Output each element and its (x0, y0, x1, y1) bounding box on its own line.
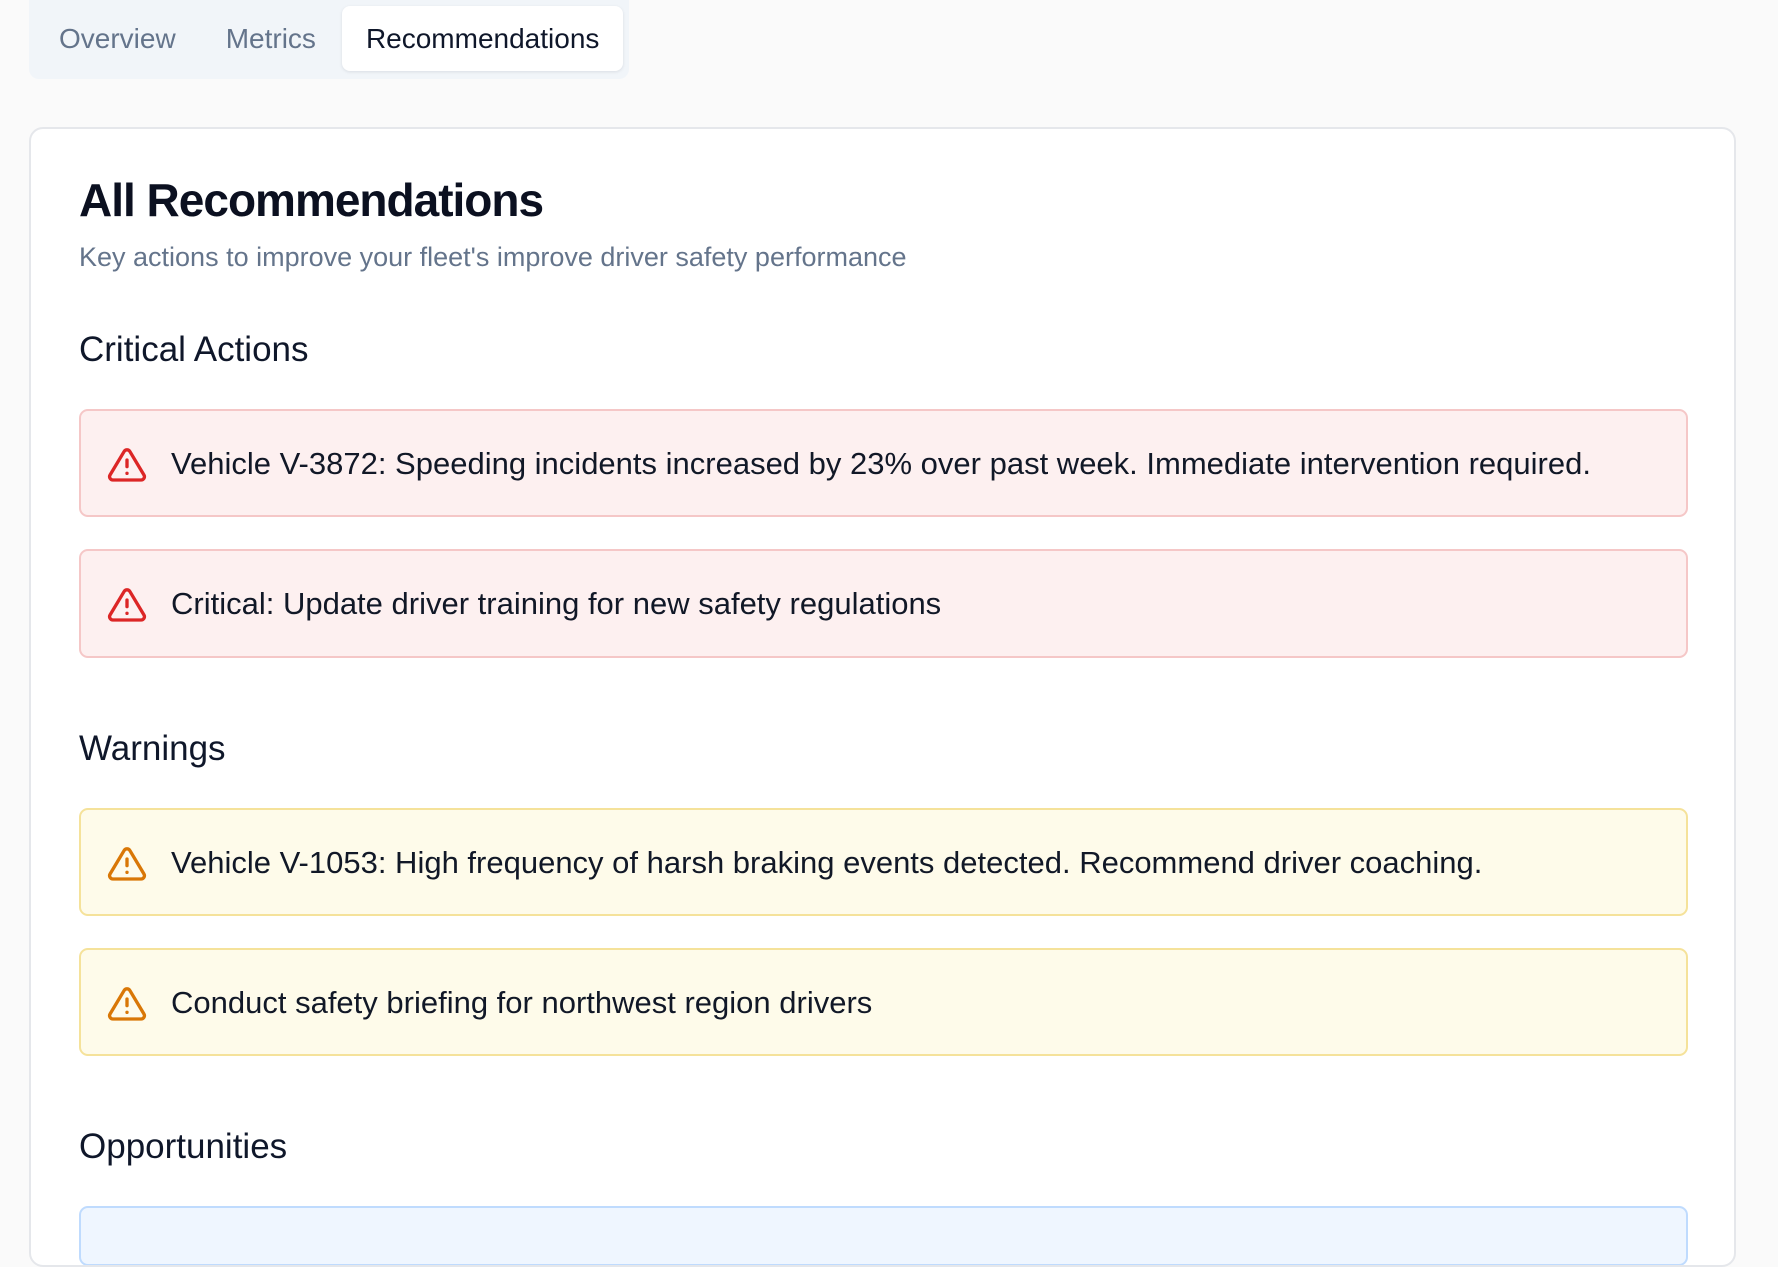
card-title: All Recommendations (79, 174, 544, 226)
warnings-list: Vehicle V-1053: High frequency of harsh … (79, 807, 1688, 1056)
tab-recommendations[interactable]: Recommendations (341, 6, 624, 71)
alert-text: Vehicle V-1053: High frequency of harsh … (171, 844, 1483, 880)
critical-actions-heading: Critical Actions (79, 330, 309, 370)
warning-alert: Vehicle V-1053: High frequency of harsh … (79, 807, 1688, 916)
tab-list: Overview Metrics Recommendations (29, 0, 630, 79)
alert-text: Critical: Update driver training for new… (171, 586, 942, 622)
alert-triangle-icon (107, 445, 147, 485)
warning-alert: Conduct safety briefing for northwest re… (79, 947, 1688, 1056)
opportunity-alert (79, 1205, 1688, 1265)
alert-text: Vehicle V-3872: Speeding incidents incre… (171, 446, 1591, 482)
alert-triangle-icon (107, 844, 147, 884)
critical-actions-list: Vehicle V-3872: Speeding incidents incre… (79, 409, 1688, 658)
alert-text: Conduct safety briefing for northwest re… (171, 984, 873, 1020)
recommendations-card: All Recommendations Key actions to impro… (29, 127, 1736, 1267)
alert-triangle-icon (107, 984, 147, 1024)
tab-metrics[interactable]: Metrics (202, 6, 340, 71)
critical-alert: Critical: Update driver training for new… (79, 549, 1688, 658)
tab-overview[interactable]: Overview (35, 6, 200, 71)
warnings-heading: Warnings (79, 728, 226, 768)
critical-alert: Vehicle V-3872: Speeding incidents incre… (79, 409, 1688, 518)
opportunities-heading: Opportunities (79, 1126, 288, 1166)
alert-triangle-icon (107, 585, 147, 625)
card-subtitle: Key actions to improve your fleet's impr… (79, 241, 907, 272)
